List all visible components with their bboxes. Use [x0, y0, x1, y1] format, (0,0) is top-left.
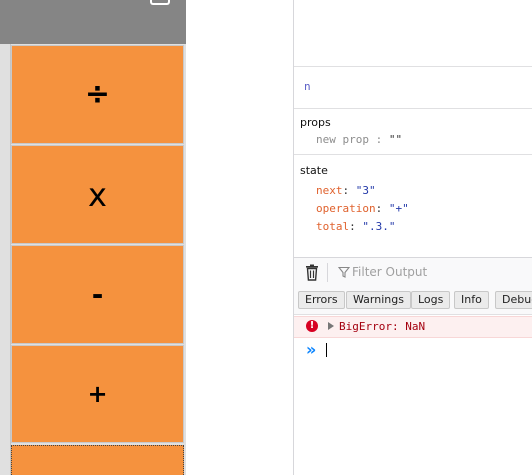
- page: ÷ x - + n props new prop : "" state next…: [0, 0, 532, 475]
- text-caret: [326, 343, 327, 357]
- subtract-button[interactable]: -: [11, 245, 184, 344]
- multiply-button[interactable]: x: [11, 145, 184, 244]
- divider: [294, 108, 532, 109]
- filter-icon: [338, 266, 350, 278]
- state-row-next[interactable]: next: "3": [316, 184, 376, 197]
- divide-button[interactable]: ÷: [11, 45, 184, 144]
- selected-component-name[interactable]: n: [304, 80, 311, 93]
- console-error-message[interactable]: ! BigError: NaN: [294, 316, 532, 338]
- prop-value: "": [388, 133, 403, 146]
- filter-logs-button[interactable]: Logs: [411, 291, 451, 309]
- prop-separator: :: [368, 133, 389, 146]
- display-corner-icon: [150, 0, 170, 5]
- state-key: operation: [316, 202, 376, 215]
- filter-warnings-button[interactable]: Warnings: [346, 291, 411, 309]
- prop-row[interactable]: new prop : "": [316, 133, 402, 146]
- component-tree-area: [294, 0, 532, 67]
- equals-button[interactable]: [11, 445, 184, 475]
- state-section-title: state: [300, 164, 328, 177]
- console-toolbar: [294, 257, 532, 288]
- expand-arrow-icon[interactable]: [328, 322, 334, 330]
- prompt-chevron-icon: »: [306, 340, 317, 359]
- state-value: "3": [355, 184, 376, 197]
- filter-errors-button[interactable]: Errors: [298, 291, 345, 309]
- filter-output-input[interactable]: [352, 263, 530, 281]
- console-input[interactable]: [328, 340, 528, 360]
- state-row-operation[interactable]: operation: "+": [316, 202, 409, 215]
- state-colon: :: [375, 202, 389, 215]
- add-button[interactable]: +: [11, 345, 184, 443]
- console-filter-buttons: Errors Warnings Logs Info Debug: [294, 287, 532, 315]
- error-text: BigError: NaN: [339, 320, 426, 333]
- state-value: "+": [388, 202, 409, 215]
- state-colon: :: [349, 220, 363, 233]
- console-input-row[interactable]: »: [294, 340, 532, 360]
- toolbar-separator: [327, 263, 328, 282]
- state-value: ".3.": [362, 220, 396, 233]
- props-section-title: props: [300, 116, 331, 129]
- trash-icon[interactable]: [304, 264, 320, 281]
- error-icon: !: [306, 320, 318, 332]
- divider: [294, 154, 532, 155]
- calculator-display: [0, 0, 186, 44]
- state-colon: :: [342, 184, 356, 197]
- state-row-total[interactable]: total: ".3.": [316, 220, 396, 233]
- prop-key: new prop: [316, 133, 369, 146]
- devtools-panel: n props new prop : "" state next: "3" op…: [293, 0, 532, 475]
- calculator: ÷ x - +: [0, 0, 186, 475]
- state-key: total: [316, 220, 350, 233]
- filter-debug-button[interactable]: Debug: [495, 291, 532, 309]
- filter-info-button[interactable]: Info: [454, 291, 489, 309]
- calculator-left-keys-edge: [0, 44, 11, 475]
- state-key: next: [316, 184, 343, 197]
